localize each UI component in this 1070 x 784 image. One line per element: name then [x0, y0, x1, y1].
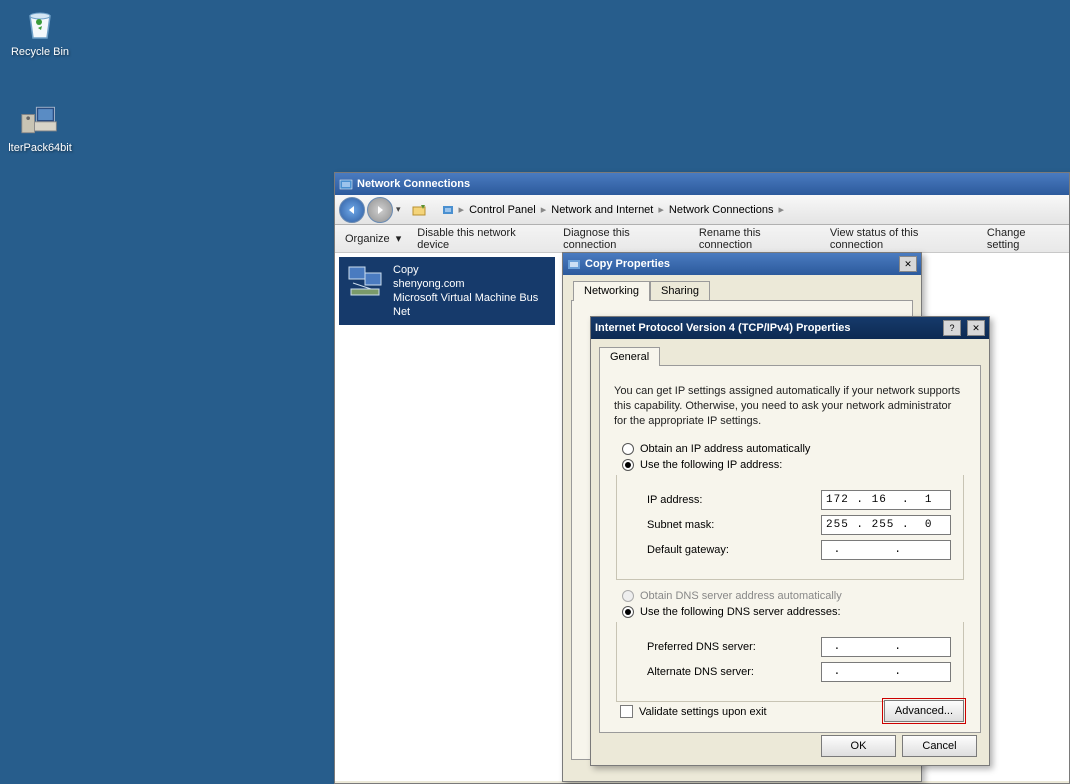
desktop-icon-label: lterPack64bit [5, 142, 75, 154]
rename-cmd[interactable]: Rename this connection [699, 227, 814, 251]
subnet-mask-label: Subnet mask: [647, 519, 714, 531]
default-gateway-input[interactable] [821, 540, 951, 560]
desktop-icon-label: Recycle Bin [5, 46, 75, 58]
window-icon [567, 257, 581, 271]
window-title: Network Connections [357, 178, 1065, 190]
validate-checkbox-row[interactable]: Validate settings upon exit [620, 705, 767, 718]
ok-button[interactable]: OK [821, 735, 896, 757]
ip-fieldset: IP address: Subnet mask: Default gateway… [616, 475, 964, 580]
disable-device-cmd[interactable]: Disable this network device [417, 227, 547, 251]
titlebar[interactable]: Copy Properties ✕ [563, 253, 921, 275]
titlebar[interactable]: Internet Protocol Version 4 (TCP/IPv4) P… [591, 317, 989, 339]
recycle-bin-icon [20, 4, 60, 44]
dialog-buttons: OK Cancel [821, 735, 977, 757]
radio-use-ip[interactable]: Use the following IP address: [622, 459, 966, 471]
preferred-dns-label: Preferred DNS server: [647, 641, 756, 653]
window-icon [339, 177, 353, 191]
tab-networking[interactable]: Networking [573, 281, 650, 300]
close-icon: ✕ [972, 323, 980, 334]
desktop-icon-filterpack[interactable]: lterPack64bit [5, 100, 75, 154]
desktop-icon-recycle-bin[interactable]: Recycle Bin [5, 4, 75, 58]
default-gateway-label: Default gateway: [647, 544, 729, 556]
dns-fieldset: Preferred DNS server: Alternate DNS serv… [616, 622, 964, 702]
breadcrumb: ▸ Control Panel ▸ Network and Internet ▸… [441, 202, 784, 218]
ipv4-properties-window: Internet Protocol Version 4 (TCP/IPv4) P… [590, 316, 990, 766]
folder-up-icon[interactable] [411, 201, 429, 219]
connection-item[interactable]: Copy shenyong.com Microsoft Virtual Mach… [339, 257, 555, 325]
preferred-dns-input[interactable] [821, 637, 951, 657]
close-icon: ✕ [904, 259, 912, 270]
computer-icon [20, 100, 60, 140]
radio-icon [622, 606, 634, 618]
connection-domain: shenyong.com [393, 277, 547, 291]
description-text: You can get IP settings assigned automat… [614, 384, 966, 429]
breadcrumb-icon [441, 202, 457, 218]
network-adapter-icon [347, 263, 383, 299]
radio-obtain-dns-auto: Obtain DNS server address automatically [622, 590, 966, 602]
cancel-button[interactable]: Cancel [902, 735, 977, 757]
ip-address-label: IP address: [647, 494, 702, 506]
connection-adapter: Microsoft Virtual Machine Bus Net [393, 291, 547, 319]
radio-obtain-ip-auto[interactable]: Obtain an IP address automatically [622, 443, 966, 455]
window-title: Copy Properties [585, 258, 893, 270]
tab-general[interactable]: General [599, 347, 660, 366]
connection-name: Copy [393, 263, 547, 277]
radio-use-dns[interactable]: Use the following DNS server addresses: [622, 606, 966, 618]
change-settings-cmd[interactable]: Change setting [987, 227, 1059, 251]
view-status-cmd[interactable]: View status of this connection [830, 227, 971, 251]
back-button[interactable] [339, 197, 365, 223]
close-button[interactable]: ✕ [967, 320, 985, 336]
forward-button[interactable] [367, 197, 393, 223]
diagnose-cmd[interactable]: Diagnose this connection [563, 227, 683, 251]
command-bar: Organize ▾ Disable this network device D… [335, 225, 1069, 253]
advanced-button[interactable]: Advanced... [884, 700, 964, 722]
radio-icon [622, 590, 634, 602]
alternate-dns-label: Alternate DNS server: [647, 666, 754, 678]
general-panel: You can get IP settings assigned automat… [599, 365, 981, 733]
titlebar[interactable]: Network Connections [335, 173, 1069, 195]
organize-menu[interactable]: Organize ▾ [345, 232, 401, 245]
nav-toolbar: ▾ ▸ Control Panel ▸ Network and Internet… [335, 195, 1069, 225]
tab-strip: General [599, 347, 981, 366]
breadcrumb-segment[interactable]: Control Panel [466, 202, 539, 218]
history-dropdown-icon[interactable]: ▾ [396, 204, 401, 215]
help-icon: ? [949, 323, 954, 333]
subnet-mask-input[interactable] [821, 515, 951, 535]
window-title: Internet Protocol Version 4 (TCP/IPv4) P… [595, 322, 937, 334]
tab-strip: Networking Sharing [573, 281, 921, 300]
breadcrumb-segment[interactable]: Network Connections [666, 202, 777, 218]
breadcrumb-segment[interactable]: Network and Internet [548, 202, 656, 218]
radio-icon [622, 459, 634, 471]
alternate-dns-input[interactable] [821, 662, 951, 682]
checkbox-icon [620, 705, 633, 718]
tab-sharing[interactable]: Sharing [650, 281, 710, 300]
ip-address-input[interactable] [821, 490, 951, 510]
close-button[interactable]: ✕ [899, 256, 917, 272]
radio-icon [622, 443, 634, 455]
help-button[interactable]: ? [943, 320, 961, 336]
